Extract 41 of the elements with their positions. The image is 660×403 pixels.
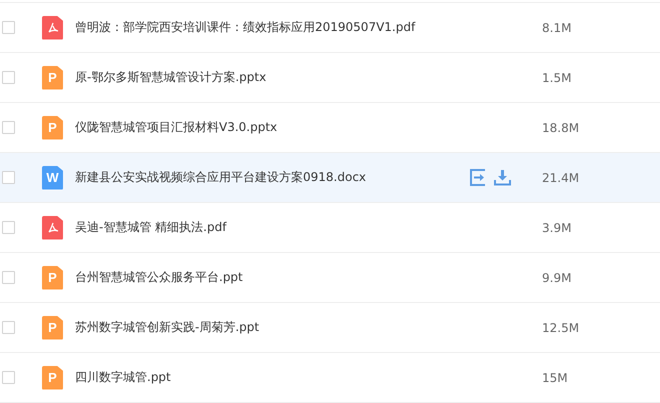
file-row[interactable]: P 苏州数字城管创新实践-周菊芳.ppt 12.5M bbox=[0, 303, 660, 353]
checkbox[interactable] bbox=[2, 371, 15, 384]
file-row[interactable]: W 新建县公安实战视频综合应用平台建设方案0918.docx 21.4M bbox=[0, 153, 660, 203]
file-row[interactable]: P 台州智慧城管公众服务平台.ppt 9.9M bbox=[0, 253, 660, 303]
file-size: 1.5M bbox=[542, 70, 572, 84]
file-size: 15M bbox=[542, 370, 568, 384]
pdf-file-icon bbox=[42, 216, 63, 240]
presentation-file-icon: P bbox=[42, 316, 63, 340]
file-row[interactable]: 曾明波：部学院西安培训课件：绩效指标应用20190507V1.pdf 8.1M bbox=[0, 3, 660, 53]
pdf-file-icon bbox=[42, 16, 63, 40]
file-row[interactable]: P 四川数字城管.ppt 15M bbox=[0, 353, 660, 403]
checkbox[interactable] bbox=[2, 21, 15, 34]
checkbox[interactable] bbox=[2, 321, 15, 334]
presentation-file-icon: P bbox=[42, 66, 63, 90]
file-name[interactable]: 苏州数字城管创新实践-周菊芳.ppt bbox=[75, 319, 470, 336]
file-name[interactable]: 仪陇智慧城管项目汇报材料V3.0.pptx bbox=[75, 119, 470, 136]
file-size: 21.4M bbox=[542, 170, 580, 184]
file-size: 18.8M bbox=[542, 120, 580, 134]
checkbox[interactable] bbox=[2, 221, 15, 234]
presentation-file-icon: P bbox=[42, 116, 63, 140]
file-row[interactable]: P 原-鄂尔多斯智慧城管设计方案.pptx 1.5M bbox=[0, 53, 660, 103]
file-name[interactable]: 曾明波：部学院西安培训课件：绩效指标应用20190507V1.pdf bbox=[75, 19, 470, 36]
checkbox[interactable] bbox=[2, 71, 15, 84]
file-size: 8.1M bbox=[542, 20, 572, 34]
file-name[interactable]: 原-鄂尔多斯智慧城管设计方案.pptx bbox=[75, 69, 470, 86]
document-file-icon: W bbox=[42, 166, 63, 190]
file-name[interactable]: 台州智慧城管公众服务平台.ppt bbox=[75, 269, 470, 286]
file-name[interactable]: 吴迪-智慧城管 精细执法.pdf bbox=[75, 219, 470, 236]
file-size: 3.9M bbox=[542, 220, 572, 234]
checkbox[interactable] bbox=[2, 171, 15, 184]
checkbox[interactable] bbox=[2, 271, 15, 284]
share-icon[interactable] bbox=[470, 169, 487, 186]
file-name[interactable]: 新建县公安实战视频综合应用平台建设方案0918.docx bbox=[75, 169, 470, 186]
file-row[interactable]: 吴迪-智慧城管 精细执法.pdf 3.9M bbox=[0, 203, 660, 253]
file-name[interactable]: 四川数字城管.ppt bbox=[75, 369, 470, 386]
download-icon[interactable] bbox=[494, 169, 511, 186]
file-size: 9.9M bbox=[542, 270, 572, 284]
presentation-file-icon: P bbox=[42, 266, 63, 290]
checkbox[interactable] bbox=[2, 121, 15, 134]
presentation-file-icon: P bbox=[42, 366, 63, 390]
file-size: 12.5M bbox=[542, 320, 580, 334]
